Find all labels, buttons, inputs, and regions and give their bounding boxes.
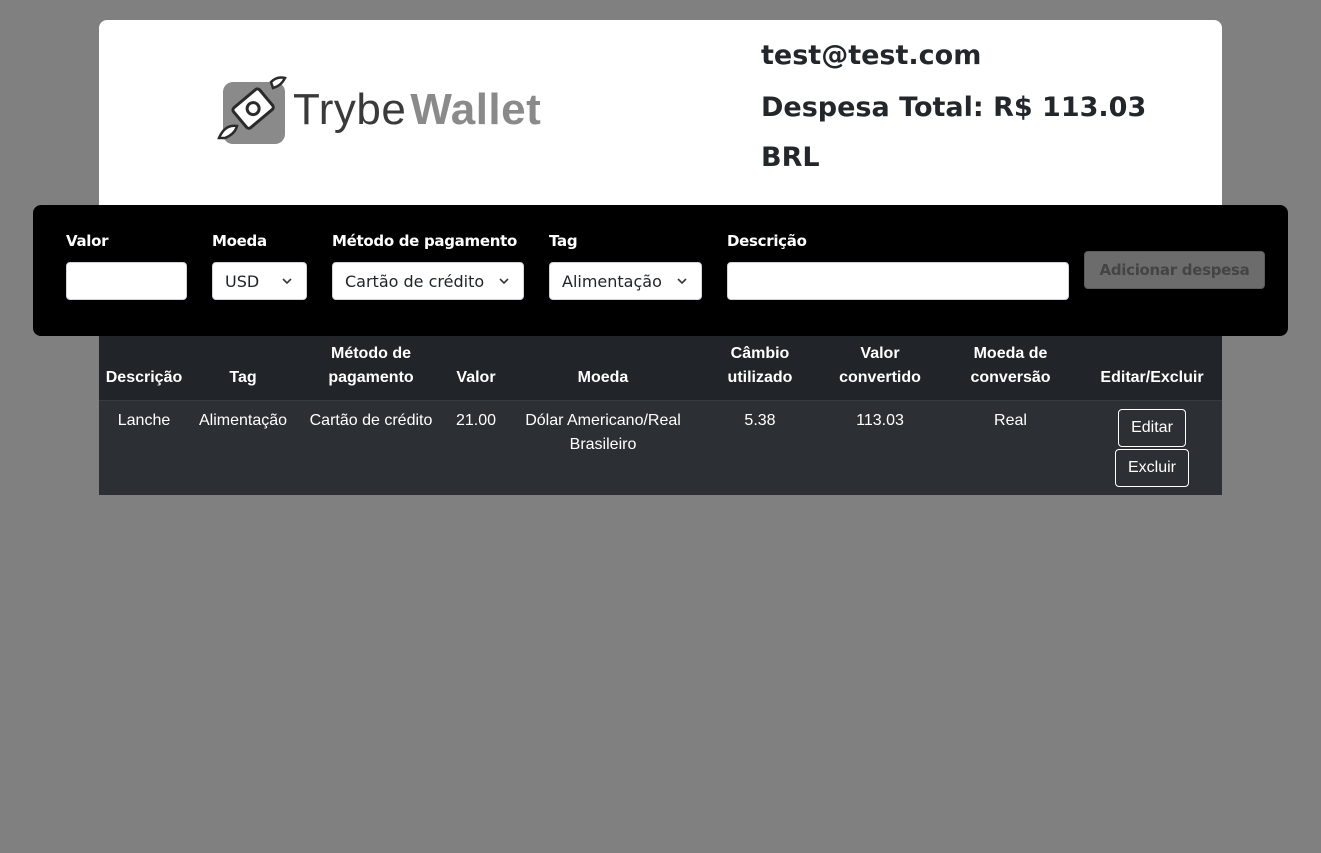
add-expense-button[interactable]: Adicionar despesa (1084, 251, 1265, 289)
cell-converted: 113.03 (821, 399, 939, 495)
method-field: Método de pagamento Cartão de crédito (332, 232, 524, 300)
value-input[interactable] (66, 262, 187, 300)
currency-label: Moeda (212, 232, 267, 250)
col-header: Método de pagamento (328, 344, 414, 386)
user-info: test@test.com Despesa Total: R$ 113.03 B… (761, 38, 1146, 176)
cell-actions: Editar Excluir (1082, 399, 1222, 495)
cell-rate: 5.38 (699, 399, 821, 495)
method-select[interactable]: Cartão de crédito (332, 262, 524, 300)
col-header: Moeda de conversão (970, 344, 1051, 386)
tag-field: Tag Alimentação (549, 232, 702, 300)
col-header: Câmbio utilizado (727, 344, 793, 386)
logo: TrybeWallet (215, 72, 541, 144)
tag-select[interactable]: Alimentação (549, 262, 702, 300)
value-field: Valor (66, 232, 187, 300)
cell-description: Lanche (99, 399, 189, 495)
col-header: Editar/Excluir (1100, 368, 1204, 386)
chevron-down-icon (499, 278, 509, 285)
method-label: Método de pagamento (332, 232, 517, 250)
table-row: Lanche Alimentação Cartão de crédito 21.… (99, 399, 1222, 495)
logo-trybe: Trybe (293, 85, 407, 134)
description-label: Descrição (727, 232, 807, 250)
cell-currency: Dólar Americano/Real Brasileiro (507, 399, 699, 495)
description-field: Descrição (727, 232, 1069, 300)
header: TrybeWallet test@test.com Despesa Total:… (99, 20, 1222, 210)
col-header: Moeda (577, 368, 629, 386)
col-header: Valor convertido (839, 344, 921, 386)
cell-method: Cartão de crédito (297, 399, 445, 495)
edit-button[interactable]: Editar (1118, 408, 1186, 447)
description-input[interactable] (727, 262, 1069, 300)
col-header: Descrição (105, 368, 183, 386)
value-label: Valor (66, 232, 109, 250)
delete-button[interactable]: Excluir (1114, 448, 1189, 487)
col-header: Tag (229, 368, 257, 386)
col-header: Valor (456, 368, 496, 386)
expenses-table: Descrição Tag Método de pagamento Valor … (99, 336, 1222, 495)
currency-select[interactable]: USD (212, 262, 307, 300)
currency-select-value: USD (225, 271, 260, 291)
cell-conversion-currency: Real (939, 399, 1082, 495)
total-expense: Despesa Total: R$ 113.03 (761, 92, 1147, 123)
chevron-down-icon (282, 278, 292, 285)
cell-tag: Alimentação (189, 399, 297, 495)
method-select-value: Cartão de crédito (345, 271, 485, 291)
logo-wallet: Wallet (410, 85, 542, 134)
currency-field: Moeda USD (212, 232, 307, 300)
wallet-logo-icon (217, 76, 287, 144)
logo-text: TrybeWallet (293, 88, 541, 132)
tag-select-value: Alimentação (562, 271, 662, 291)
tag-label: Tag (549, 232, 578, 250)
cell-value: 21.00 (445, 399, 507, 495)
expense-form: Valor Moeda USD Método de pagamento Cart… (33, 205, 1288, 336)
chevron-down-icon (677, 278, 687, 285)
table-header-row: Descrição Tag Método de pagamento Valor … (99, 336, 1222, 400)
user-email: test@test.com (761, 40, 982, 71)
header-currency: BRL (761, 142, 820, 173)
